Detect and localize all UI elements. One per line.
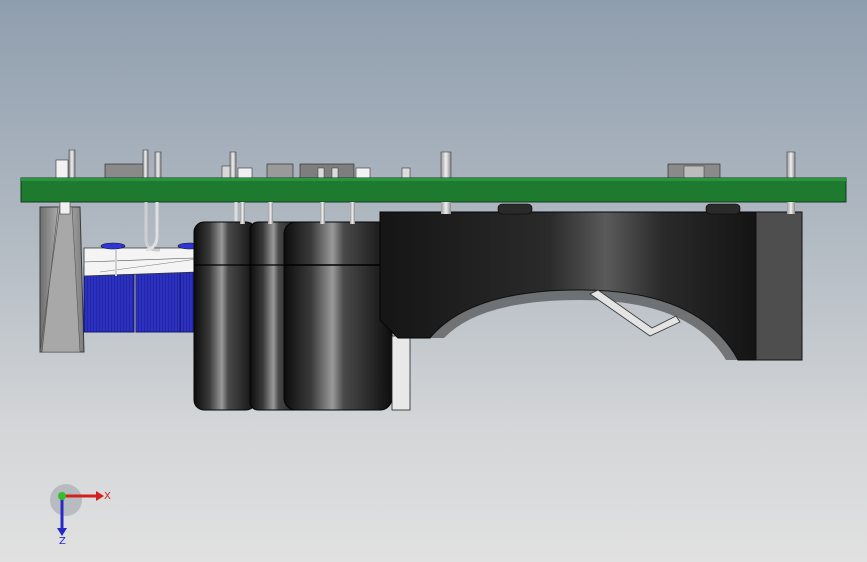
z-axis-arrowhead [57,528,67,536]
black-housing[interactable] [379,202,803,361]
axis-triad: X Z [50,484,111,547]
y-axis-dot [58,492,66,500]
top-components [55,149,796,179]
z-axis-label: Z [59,536,66,547]
pcb-board-highlight [21,178,846,181]
cad-viewport[interactable]: X Z [0,0,867,562]
triad-shadow [50,484,82,516]
x-axis-label: X [104,491,111,502]
electrolytic-capacitors[interactable] [193,202,411,411]
x-axis-arrowhead [96,491,104,501]
pcb-board[interactable] [20,177,847,203]
pcb-assembly-model[interactable] [0,0,867,562]
left-connector[interactable] [39,201,85,353]
